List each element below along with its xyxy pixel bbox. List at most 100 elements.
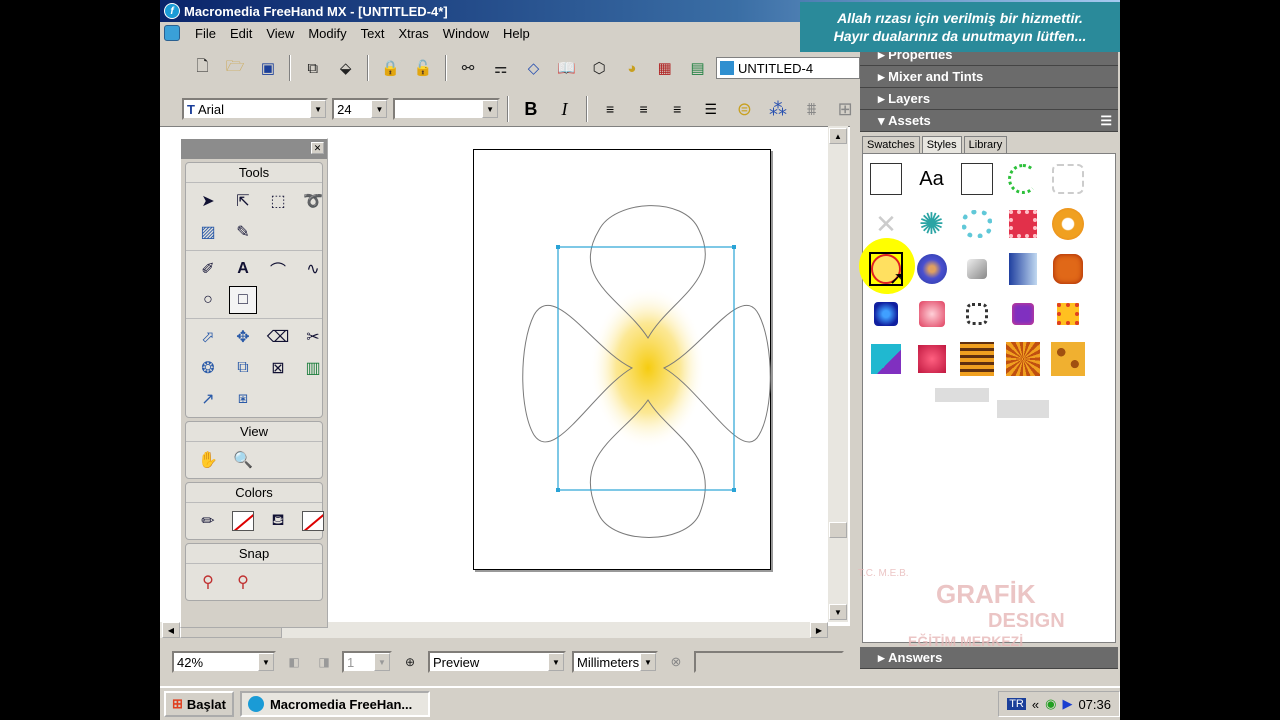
chevron-down-icon[interactable]: ▼ xyxy=(258,653,274,671)
style-soft-frame[interactable] xyxy=(1051,162,1085,196)
trace-tool-icon[interactable]: ▨ xyxy=(194,218,222,246)
layers-panel-header[interactable]: ▸ Layers xyxy=(860,88,1118,110)
subselect-tool-icon[interactable]: ⇱ xyxy=(229,187,257,215)
tab-library[interactable]: Library xyxy=(963,136,1008,153)
pointer-tool-icon[interactable]: ➤ xyxy=(194,187,222,215)
transform-icon[interactable]: ⬡ xyxy=(585,55,614,81)
style-yellow-flower-selected[interactable]: ➚ xyxy=(859,238,915,294)
pen-tool-icon[interactable]: ✐ xyxy=(194,255,222,283)
chart-tool-icon[interactable]: ⧆ xyxy=(229,385,257,413)
knife-tool-icon[interactable]: ✂ xyxy=(299,323,327,351)
scroll-up-icon[interactable]: ▲ xyxy=(829,128,847,144)
text-wrap-icon[interactable]: ⩩ xyxy=(797,96,827,122)
style-normal-stroke[interactable] xyxy=(960,162,994,196)
eyedropper-tool-icon[interactable]: ✎ xyxy=(229,218,257,246)
menu-xtras[interactable]: Xtras xyxy=(391,26,435,41)
style-purple-blob[interactable] xyxy=(1006,297,1040,331)
start-button[interactable]: ⊞ Başlat xyxy=(164,691,234,717)
flow-inside-path-icon[interactable]: ⊞ xyxy=(830,96,860,122)
style-orange-ring[interactable] xyxy=(1051,207,1085,241)
font-select[interactable]: T Arial ▼ xyxy=(182,98,329,120)
snap-to-guides-icon[interactable]: ⚲ xyxy=(229,568,257,596)
import-icon[interactable]: ⧉ xyxy=(298,55,327,81)
style-thin-star[interactable]: ✕ xyxy=(869,207,903,241)
style-blue-gradient[interactable] xyxy=(1006,252,1040,286)
scroll-down-icon[interactable]: ▼ xyxy=(829,604,847,620)
stroke-swatch[interactable] xyxy=(229,507,257,535)
lock-icon[interactable]: 🔒 xyxy=(376,55,405,81)
zoom-tool-icon[interactable]: 🔍 xyxy=(229,446,257,474)
ungroup-icon[interactable]: ⚎ xyxy=(486,55,515,81)
align-left-icon[interactable]: ≡ xyxy=(595,96,625,122)
bold-button[interactable]: B xyxy=(516,96,546,122)
open-folder-icon[interactable]: 🗁 xyxy=(221,55,250,81)
ellipse-tool-icon[interactable]: ○ xyxy=(194,286,222,314)
style-basic-fill[interactable] xyxy=(869,162,903,196)
connector-tool-icon[interactable]: ↗ xyxy=(194,385,222,413)
units-select[interactable]: Millimeters ▼ xyxy=(572,651,658,673)
blend-tool-icon[interactable]: ⧉ xyxy=(229,354,257,382)
scale-tool-icon[interactable]: ⬀ xyxy=(194,323,222,351)
unlock-icon[interactable]: 🔓 xyxy=(409,55,438,81)
snap-to-point-icon[interactable]: ⚲ xyxy=(194,568,222,596)
tab-swatches[interactable]: Swatches xyxy=(862,136,920,153)
zoom-select[interactable]: 42% ▼ xyxy=(172,651,276,673)
save-disk-icon[interactable]: ▣ xyxy=(254,55,283,81)
chevron-left-icon[interactable]: « xyxy=(1032,697,1039,712)
style-navy-square[interactable] xyxy=(869,297,903,331)
justify-icon[interactable]: ☰ xyxy=(696,96,726,122)
assets-panel-header[interactable]: ▾ Assets ☰ xyxy=(860,110,1118,132)
fill-swatch[interactable] xyxy=(299,507,327,535)
menu-help[interactable]: Help xyxy=(496,26,537,41)
scroll-left-icon[interactable]: ◀ xyxy=(162,622,180,638)
style-dotted-frame[interactable] xyxy=(960,297,994,331)
text-style-select[interactable]: ▼ xyxy=(393,98,501,120)
chevron-down-icon[interactable]: ▼ xyxy=(482,100,499,118)
style-gray-bevel[interactable] xyxy=(960,252,994,286)
style-crimson-texture[interactable] xyxy=(915,342,949,376)
menu-text[interactable]: Text xyxy=(354,26,392,41)
style-placeholder[interactable] xyxy=(935,388,989,402)
xtra-tools-icon[interactable]: ❂ xyxy=(194,354,222,382)
page-select[interactable]: 1 ▼ xyxy=(342,651,392,673)
tools-panel-grip[interactable]: ✕ xyxy=(181,139,327,159)
eraser-tool-icon[interactable]: ⌫ xyxy=(264,323,292,351)
page-tool-icon[interactable]: ⬚ xyxy=(264,187,292,215)
tab-styles[interactable]: Styles xyxy=(921,136,962,153)
rectangle-tool-icon[interactable]: □ xyxy=(229,286,257,314)
chevron-down-icon[interactable]: ▼ xyxy=(310,100,327,118)
text-editor-icon[interactable]: 📖 xyxy=(552,55,581,81)
media-play-icon[interactable]: ▶ xyxy=(1062,696,1072,712)
swatches-grid-icon[interactable]: ▦ xyxy=(650,55,679,81)
style-orange-dots[interactable] xyxy=(1051,297,1085,331)
pencil-tool-icon[interactable]: ∿ xyxy=(299,255,327,283)
style-orange-grid[interactable] xyxy=(960,342,994,376)
attach-to-path-icon[interactable]: ⊜ xyxy=(730,96,760,122)
next-page-icon[interactable]: ◨ xyxy=(312,649,336,675)
vertical-scroll-thumb[interactable] xyxy=(829,522,847,538)
panel-options-icon[interactable]: ☰ xyxy=(1100,113,1112,129)
align-right-icon[interactable]: ≡ xyxy=(662,96,692,122)
style-placeholder[interactable] xyxy=(997,400,1049,418)
chevron-down-icon[interactable]: ▼ xyxy=(371,100,388,118)
chevron-down-icon[interactable]: ▼ xyxy=(640,653,656,671)
previous-page-icon[interactable]: ◧ xyxy=(282,649,306,675)
italic-button[interactable]: I xyxy=(550,96,580,122)
close-icon[interactable]: ✕ xyxy=(311,142,324,154)
taskbar-freehand-item[interactable]: Macromedia FreeHan... xyxy=(239,691,430,717)
menu-window[interactable]: Window xyxy=(436,26,496,41)
green-tray-icon[interactable]: ◉ xyxy=(1045,696,1056,712)
style-sunburst[interactable] xyxy=(1005,342,1040,376)
menu-modify[interactable]: Modify xyxy=(301,26,353,41)
fill-color-icon[interactable]: ⛾ xyxy=(264,507,292,535)
style-green-dash[interactable] xyxy=(1006,162,1040,196)
document-icon[interactable] xyxy=(164,25,180,41)
add-page-icon[interactable]: ⊕ xyxy=(398,649,422,675)
vertical-scrollbar[interactable]: ▲ ▼ xyxy=(828,126,848,622)
style-orange-blob[interactable] xyxy=(1051,252,1085,286)
color-mixer-icon[interactable]: ◕ xyxy=(618,55,647,81)
document-page[interactable] xyxy=(473,149,771,570)
chevron-down-icon[interactable]: ▼ xyxy=(374,653,390,671)
language-indicator[interactable]: TR xyxy=(1007,698,1026,710)
view-mode-select[interactable]: Preview ▼ xyxy=(428,651,566,673)
